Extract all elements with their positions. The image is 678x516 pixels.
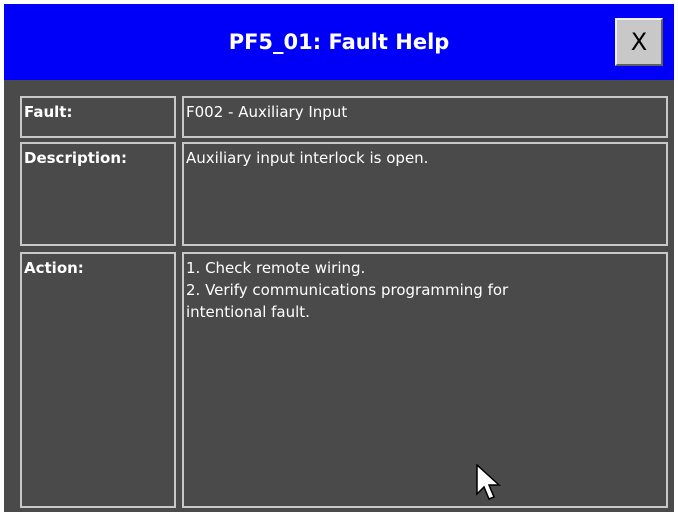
action-line-2: 2. Verify communications programming for (186, 281, 509, 299)
mouse-pointer-icon (476, 463, 502, 507)
fault-help-window: PF5_01: Fault Help X Fault: F002 - Auxil… (4, 4, 674, 512)
fault-value: F002 - Auxiliary Input (182, 96, 668, 138)
fault-label: Fault: (20, 96, 176, 138)
title-bar: PF5_01: Fault Help X (4, 4, 674, 80)
description-value: Auxiliary input interlock is open. (182, 142, 668, 246)
action-line-3: intentional fault. (186, 303, 310, 321)
action-value: 1. Check remote wiring. 2. Verify commun… (182, 252, 668, 508)
action-line-1: 1. Check remote wiring. (186, 259, 366, 277)
close-button[interactable]: X (615, 18, 663, 66)
description-label: Description: (20, 142, 176, 246)
action-label: Action: (20, 252, 176, 508)
window-title: PF5_01: Fault Help (228, 30, 450, 54)
